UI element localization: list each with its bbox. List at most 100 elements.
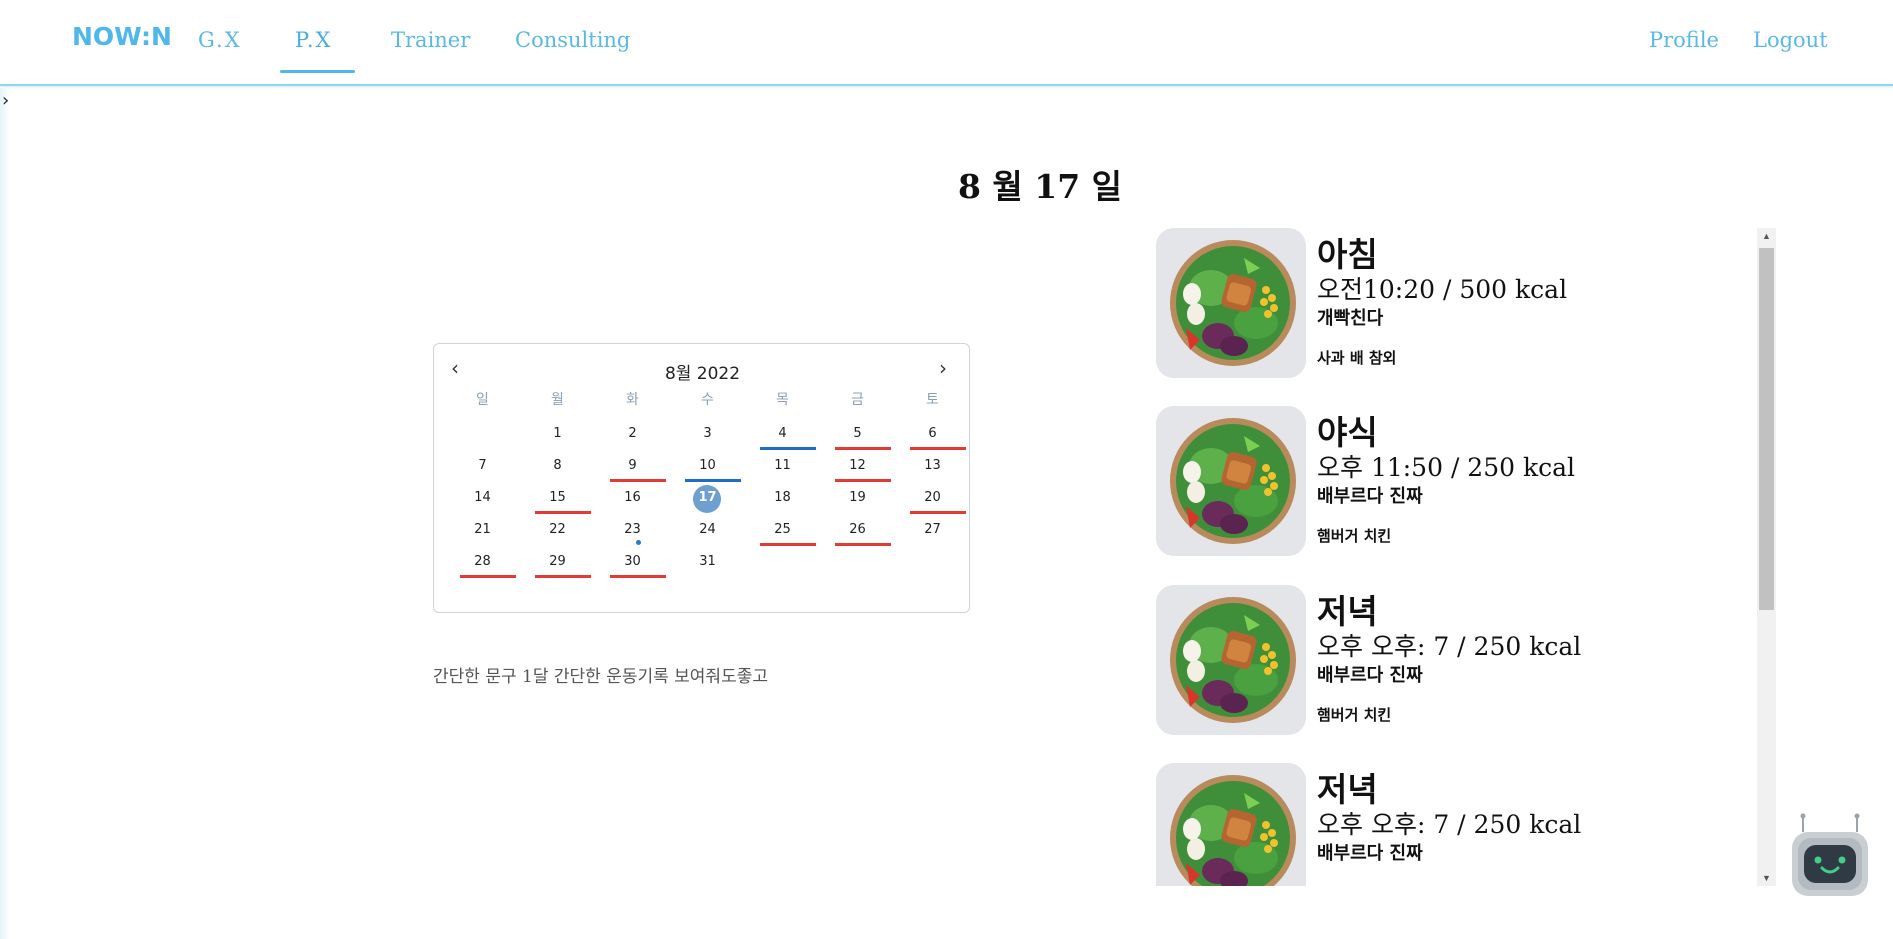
meal-list-scrollbar[interactable]: ▲ ▼ bbox=[1757, 228, 1776, 886]
calendar-day-number: 5 bbox=[853, 426, 862, 441]
calendar-weekday: 금 bbox=[851, 392, 864, 408]
calendar-day[interactable]: 4 bbox=[745, 419, 820, 451]
calendar-day[interactable]: 27 bbox=[895, 515, 970, 547]
scroll-thumb[interactable] bbox=[1759, 248, 1774, 610]
meal-memo: 배부르다 진짜 bbox=[1317, 486, 1423, 507]
calendar-day-number: 3 bbox=[703, 426, 712, 441]
meal-memo: 개빡친다 bbox=[1317, 308, 1384, 329]
nav-px[interactable]: P.X bbox=[295, 28, 333, 52]
meal-time-kcal: 오후 11:50 / 250 kcal bbox=[1317, 453, 1576, 482]
calendar-day-number: 10 bbox=[699, 458, 716, 473]
calendar-day-number: 23 bbox=[624, 522, 641, 537]
calendar-weekday: 목 bbox=[776, 392, 789, 408]
calendar-day-number: 13 bbox=[924, 458, 941, 473]
calendar-record-marker bbox=[760, 447, 816, 450]
calendar-month-title: 8월 2022 bbox=[664, 364, 741, 384]
calendar-day-number: 19 bbox=[849, 490, 866, 505]
nav-gx[interactable]: G.X bbox=[198, 28, 242, 52]
nav-consulting[interactable]: Consulting bbox=[515, 28, 630, 52]
calendar-record-marker bbox=[460, 575, 516, 578]
calendar-day[interactable]: 16 bbox=[595, 483, 670, 515]
meal-time-kcal: 오후 오후: 7 / 250 kcal bbox=[1317, 632, 1582, 661]
calendar-day bbox=[895, 547, 970, 579]
calendar-day[interactable]: 14 bbox=[445, 483, 520, 515]
calendar-day[interactable]: 18 bbox=[745, 483, 820, 515]
meal-list: 아침 오전10:20 / 500 kcal 개빡친다 사과 배 참외 야식 오후… bbox=[1156, 228, 1777, 886]
calendar-day[interactable]: 24 bbox=[670, 515, 745, 547]
calendar-day-selected[interactable]: 17 bbox=[670, 483, 745, 515]
calendar-day[interactable]: 2 bbox=[595, 419, 670, 451]
calendar-day[interactable]: 29 bbox=[520, 547, 595, 579]
calendar-day[interactable]: 31 bbox=[670, 547, 745, 579]
calendar-day[interactable]: 20 bbox=[895, 483, 970, 515]
calendar-day[interactable]: 1 bbox=[520, 419, 595, 451]
calendar-record-marker bbox=[760, 543, 816, 546]
calendar-week-row: 1 2 3 4 5 6 bbox=[445, 419, 970, 451]
calendar-weekday: 화 bbox=[626, 392, 639, 408]
calendar-day[interactable]: 19 bbox=[820, 483, 895, 515]
scroll-up-arrow-icon[interactable]: ▲ bbox=[1757, 228, 1776, 244]
meal-card[interactable]: 아침 오전10:20 / 500 kcal 개빡친다 사과 배 참외 bbox=[1156, 228, 1746, 380]
calendar-record-marker bbox=[910, 447, 966, 450]
calendar-day[interactable]: 11 bbox=[745, 451, 820, 483]
salad-bowl-icon bbox=[1156, 228, 1306, 378]
calendar-day[interactable]: 13 bbox=[895, 451, 970, 483]
calendar-day[interactable]: 7 bbox=[445, 451, 520, 483]
nav-trainer[interactable]: Trainer bbox=[391, 28, 470, 52]
calendar-day-number: 28 bbox=[474, 554, 491, 569]
meal-memo: 배부르다 진짜 bbox=[1317, 843, 1423, 864]
meal-name: 저녁 bbox=[1317, 592, 1378, 631]
brand-logo[interactable]: NOW:N bbox=[72, 22, 172, 51]
nav-profile[interactable]: Profile bbox=[1649, 28, 1719, 52]
nav-logout[interactable]: Logout bbox=[1753, 28, 1828, 52]
calendar-day[interactable]: 26 bbox=[820, 515, 895, 547]
calendar-week-row: 14 15 16 17 18 19 20 bbox=[445, 483, 970, 515]
meal-foods: 사과 배 참외 bbox=[1317, 349, 1397, 367]
sidebar-toggle-chevron-icon[interactable]: › bbox=[2, 90, 9, 111]
meal-card[interactable]: 저녁 오후 오후: 7 / 250 kcal 배부르다 진짜 bbox=[1156, 763, 1746, 886]
calendar-day-number: 27 bbox=[924, 522, 941, 537]
calendar-record-marker bbox=[685, 479, 741, 482]
meal-memo: 배부르다 진짜 bbox=[1317, 665, 1423, 686]
calendar-record-marker bbox=[835, 543, 891, 546]
meal-card[interactable]: 야식 오후 11:50 / 250 kcal 배부르다 진짜 햄버거 치킨 bbox=[1156, 406, 1746, 558]
calendar-day[interactable]: 8 bbox=[520, 451, 595, 483]
calendar-day[interactable]: 22 bbox=[520, 515, 595, 547]
meal-card[interactable]: 저녁 오후 오후: 7 / 250 kcal 배부르다 진짜 햄버거 치킨 bbox=[1156, 585, 1746, 737]
calendar-day-number: 11 bbox=[774, 458, 791, 473]
calendar-day-number: 24 bbox=[699, 522, 716, 537]
top-navbar: NOW:N G.X P.X Trainer Consulting Profile… bbox=[0, 0, 1893, 86]
calendar-day[interactable]: 21 bbox=[445, 515, 520, 547]
calendar-day[interactable]: 10 bbox=[670, 451, 745, 483]
calendar-day[interactable]: 5 bbox=[820, 419, 895, 451]
calendar-day[interactable]: 25 bbox=[745, 515, 820, 547]
meal-time-kcal: 오전10:20 / 500 kcal bbox=[1317, 275, 1568, 304]
calendar-day[interactable]: 3 bbox=[670, 419, 745, 451]
calendar-day-number: 31 bbox=[699, 554, 716, 569]
calendar-weekday: 일 bbox=[476, 392, 489, 408]
calendar-day-number: 9 bbox=[628, 458, 637, 473]
calendar-day[interactable]: 23 bbox=[595, 515, 670, 547]
robot-assistant-icon[interactable] bbox=[1790, 812, 1870, 898]
chevron-right-icon[interactable]: › bbox=[939, 356, 947, 380]
calendar-day-number: 29 bbox=[549, 554, 566, 569]
calendar-day-number: 6 bbox=[928, 426, 937, 441]
active-tab-indicator bbox=[280, 70, 355, 73]
calendar-day-number: 20 bbox=[924, 490, 941, 505]
calendar-day[interactable]: 15 bbox=[520, 483, 595, 515]
calendar-event-dot bbox=[636, 540, 641, 545]
calendar-day[interactable]: 12 bbox=[820, 451, 895, 483]
calendar-day[interactable]: 28 bbox=[445, 547, 520, 579]
calendar-day-number: 30 bbox=[624, 554, 641, 569]
salad-bowl-icon bbox=[1156, 585, 1306, 735]
calendar-day[interactable]: 9 bbox=[595, 451, 670, 483]
caption-text: 간단한 문구 1달 간단한 운동기록 보여줘도좋고 bbox=[433, 667, 768, 687]
calendar-day-number: 7 bbox=[478, 458, 487, 473]
meal-name: 아침 bbox=[1317, 235, 1378, 274]
calendar-day bbox=[820, 547, 895, 579]
calendar-day[interactable]: 30 bbox=[595, 547, 670, 579]
calendar-day-number: 26 bbox=[849, 522, 866, 537]
scroll-down-arrow-icon[interactable]: ▼ bbox=[1757, 870, 1776, 886]
calendar-day-number: 15 bbox=[549, 490, 566, 505]
calendar-day[interactable]: 6 bbox=[895, 419, 970, 451]
